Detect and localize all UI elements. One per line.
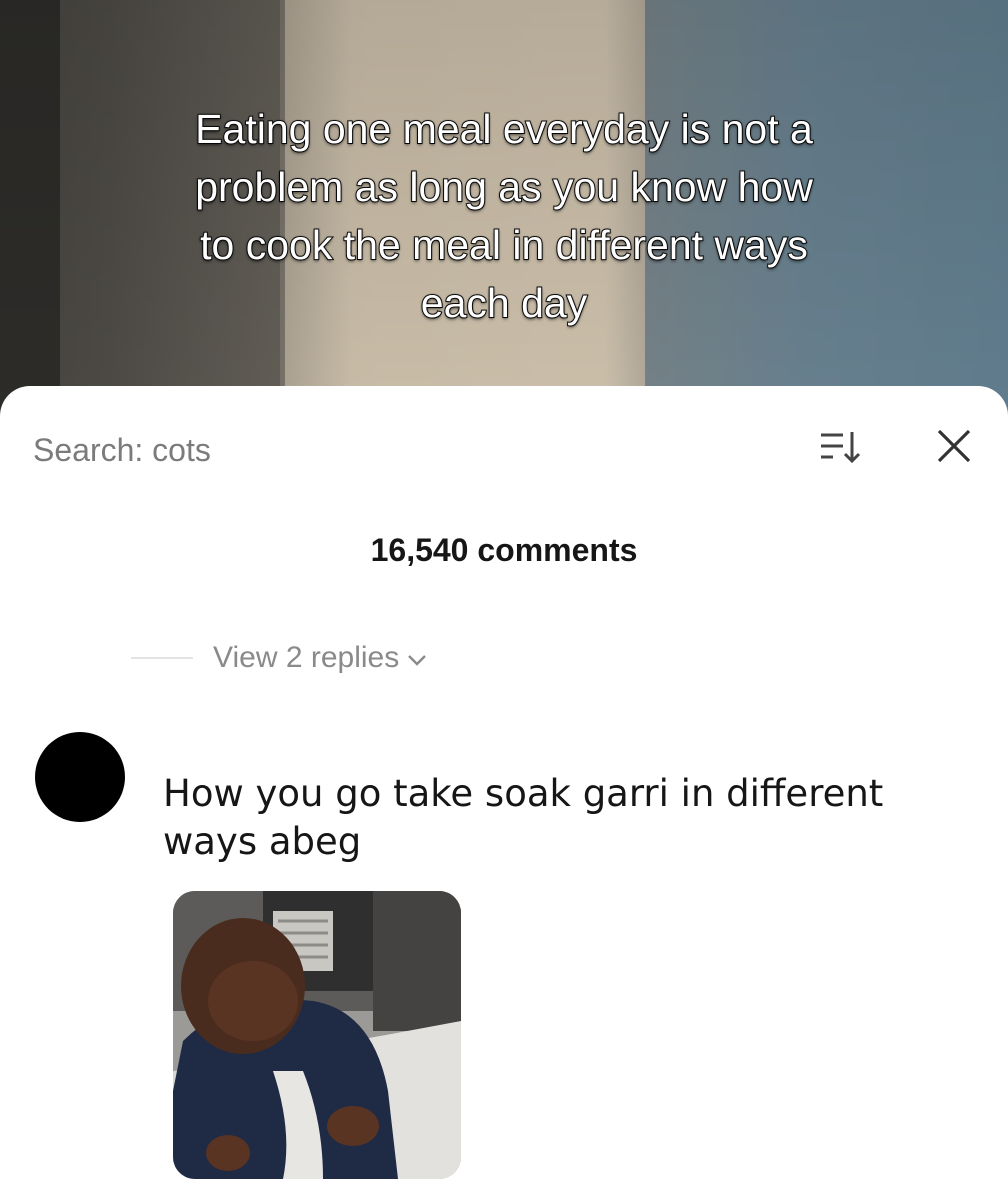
close-button[interactable]: [932, 424, 976, 468]
comment-text: How you go take soak garri in different …: [163, 772, 884, 863]
view-replies-label: View 2 replies: [213, 641, 400, 674]
avatar[interactable]: [35, 732, 125, 822]
replies-divider: [131, 657, 193, 659]
sort-button[interactable]: [815, 426, 865, 470]
baby-gif-image: [173, 891, 461, 1179]
sort-down-icon: [821, 432, 861, 464]
comments-sheet: Search: cots 16,540 comments View 2 repl…: [0, 386, 1008, 1200]
video-caption: Eating one meal everyday is not a proble…: [194, 105, 814, 327]
video-player[interactable]: Eating one meal everyday is not a proble…: [0, 0, 1008, 420]
view-replies-button[interactable]: View 2 replies: [131, 638, 427, 678]
close-icon: [937, 429, 971, 463]
comment-count: 16,540 comments: [370, 532, 638, 568]
chevron-down-icon: [408, 654, 427, 666]
search-label[interactable]: Search: cots: [33, 432, 211, 469]
gif-attachment[interactable]: [173, 891, 461, 1179]
